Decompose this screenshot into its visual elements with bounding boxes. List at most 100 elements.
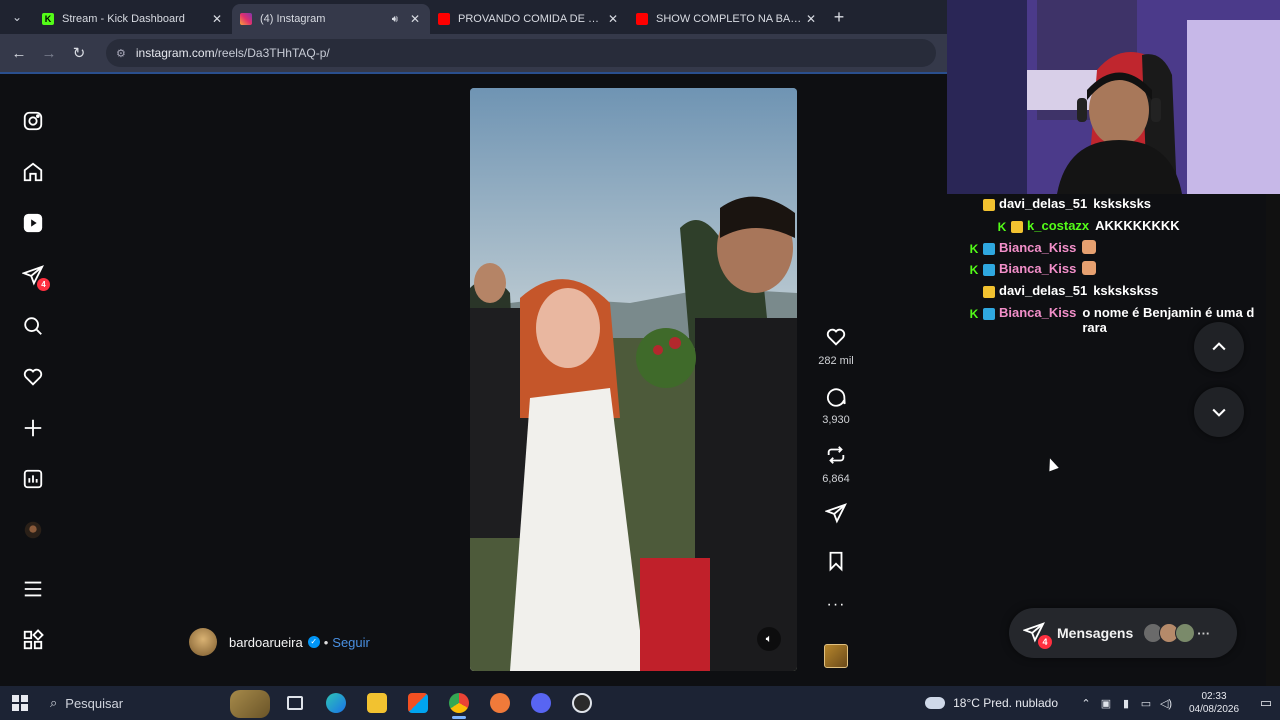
share-button[interactable] — [808, 502, 864, 529]
avatar — [1175, 623, 1196, 643]
chat-username[interactable]: Bianca_Kiss — [999, 305, 1076, 320]
home-icon[interactable] — [20, 159, 46, 185]
edge-browser-icon[interactable] — [315, 686, 356, 720]
crown-badge-icon — [1011, 221, 1023, 233]
chat-text: AKKKKKKKK — [1095, 218, 1180, 233]
obs-icon[interactable] — [561, 686, 602, 720]
crown-badge-icon — [983, 199, 995, 211]
instagram-page: 4 🔈︎ 282 mil 3,930 6,864 ··· bardoarueir… — [0, 74, 947, 686]
comment-button[interactable]: 3,930 — [808, 385, 864, 426]
scroll-down-button[interactable] — [1194, 387, 1244, 437]
tab-audio-icon[interactable]: 🔊︎ — [392, 14, 398, 25]
messages-badge: 4 — [1038, 635, 1052, 649]
dashboard-chart-icon[interactable] — [20, 466, 46, 492]
direct-messages-icon[interactable]: 4 — [20, 262, 50, 291]
tab-search-chevron-icon[interactable]: ⌄ — [0, 0, 34, 34]
app-tray-icon[interactable]: ▣ — [1096, 697, 1116, 710]
profile-avatar-icon[interactable] — [20, 517, 46, 543]
weather-widget[interactable]: 18°C Pred. nublado — [925, 696, 1058, 710]
reels-icon[interactable] — [20, 210, 46, 236]
streamer-webcam — [947, 0, 1280, 194]
site-settings-icon[interactable]: ⚙ — [116, 47, 126, 60]
volume-icon[interactable]: 🔈︎ — [757, 627, 781, 651]
bookmark-icon — [829, 551, 843, 572]
like-button[interactable]: 282 mil — [808, 326, 864, 367]
chat-username[interactable]: Bianca_Kiss — [999, 240, 1076, 255]
save-button[interactable] — [808, 550, 864, 577]
chat-username[interactable]: k_costazx — [1027, 218, 1089, 233]
tab-youtube-1[interactable]: PROVANDO COMIDA DE RUA E ✕ — [430, 4, 628, 34]
close-tab-icon[interactable]: ✕ — [606, 12, 620, 26]
create-plus-icon[interactable] — [20, 415, 46, 441]
kick-badge-icon: K — [969, 263, 979, 277]
messages-label: Mensagens — [1057, 625, 1134, 641]
reload-icon[interactable]: ↻ — [64, 44, 94, 62]
microsoft-store-icon[interactable] — [397, 686, 438, 720]
emote-icon — [1082, 261, 1097, 275]
chat-username[interactable]: davi_delas_51 — [999, 283, 1087, 298]
discord-icon[interactable] — [520, 686, 561, 720]
user-badges: K — [947, 218, 1027, 233]
chat-message: K Bianca_Kiss — [947, 261, 1097, 283]
address-bar[interactable]: ⚙ instagram.com/reels/Da3THhTAQ-p/ — [106, 39, 936, 67]
reel-video[interactable]: 🔈︎ — [470, 88, 797, 671]
chevron-up-icon[interactable]: ⌃ — [1076, 697, 1096, 710]
messages-button[interactable]: 4 Mensagens ··· — [1009, 608, 1237, 658]
author-avatar[interactable] — [189, 628, 217, 656]
reel-author: bardoarueira ✓ • Seguir — [189, 628, 370, 656]
search-icon[interactable] — [20, 313, 46, 339]
task-view-icon[interactable] — [274, 686, 315, 720]
notification-icon[interactable]: ▭ — [1252, 695, 1280, 711]
volume-icon[interactable]: ◁) — [1156, 697, 1176, 710]
microphone-icon[interactable]: ▮ — [1116, 697, 1136, 710]
browser-tab-strip: ⌄ K Stream - Kick Dashboard ✕ (4) Instag… — [0, 0, 947, 34]
follow-button[interactable]: Seguir — [332, 635, 370, 650]
tab-youtube-2[interactable]: SHOW COMPLETO NA BARRA ( ✕ — [628, 4, 826, 34]
chat-text-line: rara — [1082, 320, 1107, 335]
author-name[interactable]: bardoarueira — [229, 635, 303, 650]
tab-kick-dashboard[interactable]: K Stream - Kick Dashboard ✕ — [34, 4, 232, 34]
scroll-up-button[interactable] — [1194, 322, 1244, 372]
chat-text: ksksksks — [1093, 196, 1152, 211]
back-arrow-icon[interactable]: ← — [4, 45, 34, 62]
notifications-heart-icon[interactable] — [20, 364, 46, 390]
repost-icon — [827, 446, 845, 464]
like-count: 282 mil — [818, 355, 854, 367]
kick-badge-icon: K — [997, 220, 1007, 234]
chat-scrollbar[interactable] — [1266, 194, 1280, 686]
send-icon: 4 — [1022, 621, 1052, 649]
windows-taskbar: ⌕ Pesquisar 18°C Pred. nublado ⌃ ▣ ▮ ▭ ◁… — [0, 686, 1280, 720]
taskbar-search[interactable]: ⌕ Pesquisar — [40, 686, 274, 720]
user-badges: K — [947, 261, 999, 276]
app-icon-orange[interactable] — [479, 686, 520, 720]
chat-message: davi_delas_51 ksksksks — [947, 196, 1151, 218]
close-tab-icon[interactable]: ✕ — [408, 12, 422, 26]
file-explorer-icon[interactable] — [356, 686, 397, 720]
chat-username[interactable]: Bianca_Kiss — [999, 261, 1076, 276]
audio-thumbnail[interactable] — [824, 644, 848, 668]
network-icon[interactable]: ▭ — [1136, 697, 1156, 710]
chrome-icon[interactable] — [438, 686, 479, 720]
send-icon — [824, 503, 847, 524]
clock[interactable]: 02:33 04/08/2026 — [1182, 690, 1246, 716]
search-icon: ⌕ — [50, 695, 58, 710]
user-badges: K — [947, 305, 999, 320]
windows-start-icon[interactable] — [0, 695, 40, 711]
close-tab-icon[interactable]: ✕ — [804, 12, 818, 26]
more-options-icon[interactable]: ··· — [808, 596, 864, 614]
close-tab-icon[interactable]: ✕ — [210, 12, 224, 26]
date: 04/08/2026 — [1188, 704, 1240, 715]
forward-arrow-icon[interactable]: → — [34, 45, 64, 62]
tab-title: SHOW COMPLETO NA BARRA ( — [656, 13, 804, 25]
chat-username[interactable]: davi_delas_51 — [999, 196, 1087, 211]
youtube-icon — [438, 13, 450, 25]
repost-button[interactable]: 6,864 — [808, 444, 864, 485]
screen: ⌄ K Stream - Kick Dashboard ✕ (4) Instag… — [0, 0, 1280, 720]
menu-hamburger-icon[interactable] — [20, 576, 46, 602]
apps-grid-icon[interactable] — [20, 627, 46, 653]
new-tab-button[interactable]: + — [826, 7, 852, 28]
kick-icon: K — [42, 13, 54, 25]
tab-instagram[interactable]: (4) Instagram 🔊︎ ✕ — [232, 4, 430, 34]
kick-badge-icon: K — [969, 242, 979, 256]
instagram-logo-icon[interactable] — [20, 108, 46, 134]
